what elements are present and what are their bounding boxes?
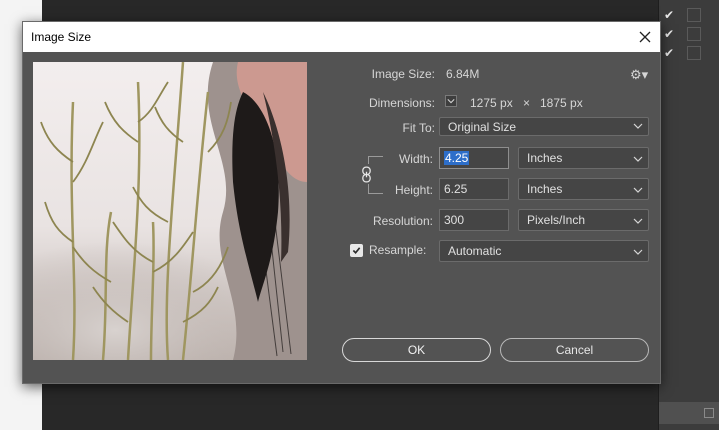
width-unit-dropdown[interactable]: Inches xyxy=(518,147,649,169)
close-button[interactable] xyxy=(630,22,660,52)
width-unit-value: Inches xyxy=(527,151,563,165)
resolution-label: Resolution: xyxy=(372,214,433,228)
chevron-down-icon xyxy=(633,218,643,224)
dimensions-label: Dimensions: xyxy=(368,96,435,110)
height-input[interactable]: 6.25 xyxy=(439,178,509,200)
close-icon xyxy=(639,31,651,43)
height-label: Height: xyxy=(394,183,433,197)
resample-checkbox[interactable] xyxy=(350,244,363,257)
title-bar[interactable]: Image Size xyxy=(23,22,660,52)
ok-button[interactable]: OK xyxy=(342,338,491,362)
chevron-down-icon xyxy=(447,99,455,104)
image-size-value: 6.84M xyxy=(446,67,480,81)
resolution-value: 300 xyxy=(444,213,465,227)
resample-method-value: Automatic xyxy=(448,244,502,258)
dimensions-width-value: 1275 px xyxy=(470,96,513,110)
panel-row[interactable]: ✔ xyxy=(659,24,719,43)
resolution-unit-value: Pixels/Inch xyxy=(527,213,586,227)
checkmark-icon: ✔ xyxy=(663,45,675,60)
gear-icon[interactable]: ⚙▾ xyxy=(630,67,648,82)
dimensions-separator: × xyxy=(523,96,531,110)
resample-method-dropdown[interactable]: Automatic xyxy=(439,240,649,262)
chevron-down-icon xyxy=(633,249,643,255)
checkmark-icon: ✔ xyxy=(663,26,675,41)
image-size-label: Image Size: xyxy=(371,67,435,81)
cancel-button-label: Cancel xyxy=(555,343,594,357)
height-unit-dropdown[interactable]: Inches xyxy=(518,178,649,200)
panel-footer xyxy=(659,402,719,424)
preview-artwork xyxy=(33,62,307,360)
height-unit-value: Inches xyxy=(527,182,563,196)
resample-label: Resample: xyxy=(369,243,427,257)
fit-to-label: Fit To: xyxy=(402,121,435,135)
checkbox-icon xyxy=(687,26,701,41)
panel-row[interactable]: ✔ xyxy=(659,43,719,62)
checkmark-icon: ✔ xyxy=(663,7,675,22)
dimensions-toggle[interactable] xyxy=(445,95,457,107)
resolution-input[interactable]: 300 xyxy=(439,209,509,231)
width-label: Width: xyxy=(398,152,433,166)
dimensions-height-value: 1875 px xyxy=(540,96,583,110)
chevron-down-icon xyxy=(633,156,643,162)
image-preview[interactable] xyxy=(33,62,307,360)
checkmark-icon xyxy=(352,247,361,254)
ok-button-label: OK xyxy=(407,343,426,357)
height-value: 6.25 xyxy=(444,182,468,196)
dialog-title: Image Size xyxy=(31,30,92,44)
layers-panel: ✔ ✔ ✔ xyxy=(658,0,719,430)
cancel-button[interactable]: Cancel xyxy=(500,338,649,362)
resolution-unit-dropdown[interactable]: Pixels/Inch xyxy=(518,209,649,231)
fit-to-value: Original Size xyxy=(448,119,517,134)
checkbox-icon xyxy=(687,7,701,22)
width-input[interactable]: 4.25 xyxy=(439,147,509,169)
chevron-down-icon xyxy=(633,123,643,129)
fit-to-dropdown[interactable]: Original Size xyxy=(439,117,649,136)
link-icon xyxy=(361,166,371,182)
constrain-proportions-button[interactable] xyxy=(358,164,374,184)
width-value: 4.25 xyxy=(444,151,470,165)
panel-row[interactable]: ✔ xyxy=(659,5,719,24)
checkbox-icon xyxy=(687,45,701,60)
image-size-dialog: Image Size Image Size: 6.84M ⚙▾ Dimensio… xyxy=(22,21,661,384)
chevron-down-icon xyxy=(633,187,643,193)
square-icon[interactable] xyxy=(704,408,714,418)
